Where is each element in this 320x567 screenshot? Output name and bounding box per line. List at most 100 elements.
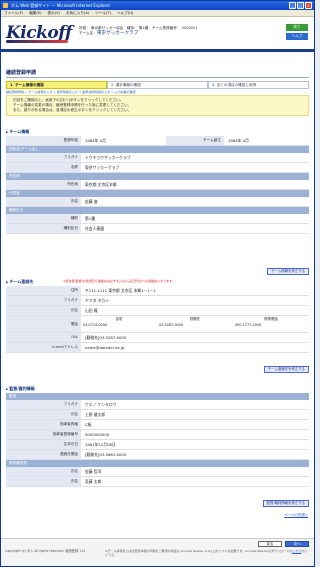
edit-team-info-button[interactable]: チーム情報を修正する <box>267 268 309 275</box>
phone-label: 電話 <box>6 316 81 332</box>
cert-label: 指導者資格 <box>6 420 81 429</box>
location-label: 所在地 <box>6 180 81 189</box>
table-row: 登録年度 1984年 4月 チーム創立 1984年 4月 <box>6 136 309 146</box>
table-row: 所在地 東京都 文京区本郷 <box>6 180 309 190</box>
referee-group-header: 帯同審判員 <box>6 460 309 467</box>
minimize-button[interactable]: _ <box>289 2 296 9</box>
menu-bar: ファイル(F) 編集(E) 表示(V) お気に入り(A) ツール(T) ヘルプ(… <box>1 10 314 17</box>
team-league: 社会人連盟 <box>85 226 104 231</box>
type2-label: 種別区分 <box>6 224 81 233</box>
menu-file[interactable]: ファイル(F) <box>4 10 23 16</box>
contact-name: 山田 隆 <box>85 308 98 313</box>
edit-contact-button[interactable]: チーム連絡先を修正する <box>263 366 309 373</box>
instruction-3: また、誤りがある場合は、各項目の修正ボタンをクリックしてください。 <box>13 108 132 112</box>
page-footer: Copyright (c) ボム All rights reserved. 継続… <box>1 538 314 566</box>
back-to-top-link[interactable]: ページの先頭へ <box>284 512 308 517</box>
birthdate-label: 生年月日 <box>6 440 81 449</box>
table-row: 氏名 上野 健太郎 <box>6 410 309 420</box>
name-group-header: 団体名(チーム名) <box>6 146 309 153</box>
step-2: 2. 選手情報の確認 <box>107 81 208 89</box>
instruction-box: 内容をご確認の上、画面下の[次へ]ボタンをクリックしてください。 チーム情報の変… <box>6 95 309 116</box>
edit-staff-button[interactable]: 監督/審判情報を修正する <box>262 500 309 507</box>
step-1: 1. チーム情報の確認 <box>6 81 107 89</box>
close-button[interactable]: × <box>305 2 312 9</box>
contact-kana: ヤマダ タカシ <box>85 298 109 303</box>
window-title: ボム Web 登録サイト － Microsoft Internet Explor… <box>11 3 111 8</box>
founded-label: 登録年度 <box>6 136 81 145</box>
copyright: Copyright (c) ボム All rights reserved. 継続… <box>5 549 86 553</box>
table-row: 連絡先電話 [勤務先]03-5863-0000 <box>6 450 309 460</box>
acrobat-note: ※チーム情報またはは選手情報の印刷をご希望の場合は Acrobat Reader… <box>105 549 293 553</box>
page-title: 継続登録申請 <box>6 70 37 76</box>
table-row: 氏名 山田 隆 <box>6 306 309 316</box>
menu-tools[interactable]: ツール(T) <box>95 10 111 16</box>
table-row: 種別区分 社会人連盟 <box>6 224 309 234</box>
table-row: 指導者登録番号 0000000000 <box>6 430 309 440</box>
table-row: 指導者資格 C級 <box>6 420 309 430</box>
acrobat-download-link[interactable]: こちら <box>292 549 301 553</box>
menu-view[interactable]: 表示(V) <box>48 10 60 16</box>
mobile-phone: 090-1777-0000 <box>235 323 262 327</box>
established-label: チーム創立 <box>166 136 224 145</box>
table-row: フリガナ ヤマダ タカシ <box>6 296 309 306</box>
name-label: 氏名 <box>6 467 81 476</box>
cert-number-label: 指導者登録番号 <box>6 430 81 439</box>
coach-tel: [勤務先]03-5863-0000 <box>85 452 127 457</box>
coach-birthdate: 1961年12月08日 <box>85 442 116 447</box>
footer-note: ※チーム情報またはは選手情報の印刷をご希望の場合は Acrobat Reader… <box>105 549 310 557</box>
table-row: 氏名 斎藤 太郎 <box>6 477 309 487</box>
team-location: 東京都 文京区本郷 <box>85 182 117 187</box>
help-button[interactable]: ヘルプ <box>286 33 308 40</box>
kana-label: フリガナ <box>6 153 81 162</box>
representative-name: 佐藤 進 <box>85 199 98 204</box>
address-label: 住所 <box>6 286 81 295</box>
representative-group-header: 代表者 <box>6 190 309 197</box>
team-info-heading: チーム情報 <box>6 129 29 135</box>
coach-cert-number: 0000000000 <box>85 432 110 437</box>
site-header: Kickoff 所属： 東京都サッカー協会 種別： 第1種 チーム登録番号： 0… <box>1 18 314 49</box>
maximize-button[interactable]: □ <box>297 2 304 9</box>
team-name: 東京サッカークラブ <box>96 31 139 36</box>
coach-cert: C級 <box>85 422 92 427</box>
coach-kana: ウエノ ケンタロウ <box>85 402 117 407</box>
home-phone: 03-5714-0000 <box>83 323 108 327</box>
menu-edit[interactable]: 編集(E) <box>29 10 41 16</box>
table-row: e-mailアドレス name@domain.ne.jp <box>6 343 309 353</box>
ie-icon <box>3 3 8 8</box>
step-indicator: 1. チーム情報の確認 2. 選手情報の確認 3. 全ての項目の確認と申請 <box>6 81 309 89</box>
team-info-table: 登録年度 1984年 4月 チーム創立 1984年 4月 団体名(チーム名) フ… <box>6 136 309 234</box>
work-phone: 03-5287-0000 <box>159 323 184 327</box>
contact-address: 〒111-1111 東京都 文京区 本郷1－1－1 <box>85 288 156 293</box>
step-3: 3. 全ての項目の確認と申請 <box>208 81 309 89</box>
browser-window: ボム Web 登録サイト － Microsoft Internet Explor… <box>0 0 315 567</box>
table-row: 住所 〒111-1111 東京都 文京区 本郷1－1－1 <box>6 286 309 296</box>
kana-label: フリガナ <box>6 400 81 409</box>
menu-favorites[interactable]: お気に入り(A) <box>66 10 89 16</box>
table-row: 氏名 佐藤 進 <box>6 197 309 207</box>
table-row: フリガナ トウキョウサッカークラブ <box>6 153 309 163</box>
coach-name: 上野 健太郎 <box>85 412 106 417</box>
back-button[interactable]: 戻る <box>258 541 282 547</box>
referee-1-name: 佐藤 哲司 <box>85 469 102 474</box>
logout-button[interactable]: 終了 <box>286 24 308 31</box>
logo-swoosh <box>6 40 68 43</box>
contact-warning: ※担当者(監督)の住所及び連絡先は必ずボム(ボム窓口代表)への連絡先となります。 <box>63 279 175 283</box>
table-row: 氏名 佐藤 哲司 <box>6 467 309 477</box>
menu-help[interactable]: ヘルプ(H) <box>117 10 133 16</box>
table-row: フリガナ ウエノ ケンタロウ <box>6 400 309 410</box>
location-group-header: 所在地 <box>6 173 309 180</box>
contact-table: 住所 〒111-1111 東京都 文京区 本郷1－1－1 フリガナ ヤマダ タカシ … <box>6 286 309 353</box>
staff-table: 監督 フリガナ ウエノ ケンタロウ 氏名 上野 健太郎 指導者資格 C級 指導者登録番… <box>6 393 309 487</box>
table-row: 電話 自宅 勤務先 携帯電話 03-5714-0000 03-5287-0000… <box>6 316 309 333</box>
type-group-header: 種別区分 <box>6 207 309 214</box>
title-bar: ボム Web 登録サイト － Microsoft Internet Explor… <box>1 1 314 10</box>
founded-value: 1984年 4月 <box>85 138 106 143</box>
referee-2-name: 斎藤 太郎 <box>85 479 102 484</box>
team-kana: トウキョウサッカークラブ <box>85 155 131 160</box>
window-controls: _ □ × <box>289 2 312 9</box>
staff-heading: 監督/審判情報 <box>6 386 34 392</box>
established-value: 1984年 4月 <box>228 138 249 143</box>
contact-email: name@domain.ne.jp <box>85 345 125 350</box>
name-label: 氏名 <box>6 306 81 315</box>
next-button[interactable]: 次へ <box>285 541 309 547</box>
